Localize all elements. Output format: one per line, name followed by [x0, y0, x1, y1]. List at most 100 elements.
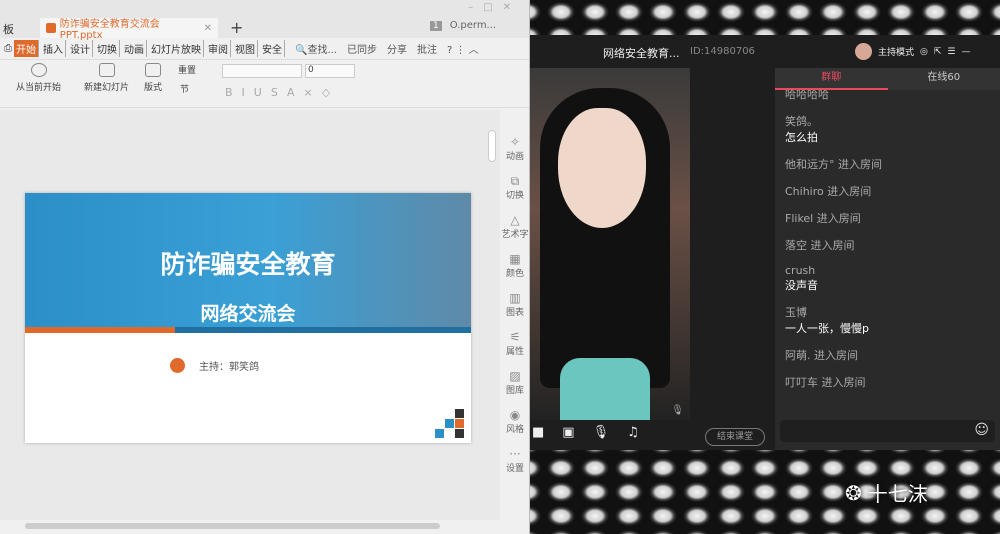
more-icon: ··· — [509, 447, 521, 461]
format-buttons[interactable]: BIUSA×◇ — [225, 86, 339, 99]
side-animation[interactable]: ✧ 动画 — [500, 130, 530, 169]
message-sender: 玉博 — [785, 306, 807, 319]
message-text: 一人一张，慢慢p — [785, 322, 869, 335]
minimize-icon[interactable]: — — [962, 47, 971, 57]
user-area[interactable]: 1 O.perm... — [430, 20, 496, 31]
side-wordart[interactable]: △ 艺术字 — [500, 208, 530, 247]
menu-design[interactable]: 设计 — [68, 40, 93, 57]
side-label: 颜色 — [505, 269, 524, 279]
media-controls: ■ ▣ 🎙 ♫ — [530, 425, 639, 440]
user-name[interactable]: O.perm... — [450, 20, 496, 31]
star-icon: ✧ — [509, 135, 521, 149]
settings-icon[interactable]: ◎ — [920, 47, 928, 57]
layout-button[interactable]: 版式 — [144, 63, 162, 93]
wechat-icon: ❂ — [845, 480, 862, 505]
horizontal-scrollbar[interactable] — [25, 523, 440, 529]
vertical-scrollbar[interactable] — [488, 130, 496, 162]
chat-message: 阿萌. 进入房间 — [785, 347, 990, 363]
tab-document[interactable]: 防诈骗安全教育交流会PPT.pptx ✕ — [40, 18, 218, 41]
chat-message: 玉博一人一张，慢慢p — [785, 304, 990, 336]
room-id: ID:14980706 — [690, 46, 755, 57]
logo-icon — [435, 409, 467, 439]
menu-security[interactable]: 安全 — [260, 40, 285, 57]
font-name-select[interactable] — [222, 64, 302, 78]
tab-previous[interactable]: 板 — [0, 18, 38, 38]
tab-online[interactable]: 在线60 — [888, 68, 1000, 90]
menu-icon[interactable]: ☰ — [947, 47, 955, 57]
menu-animation[interactable]: 动画 — [122, 40, 147, 57]
menu-review[interactable]: 审阅 — [206, 40, 231, 57]
chat-message: Flikel 进入房间 — [785, 210, 990, 226]
style-icon: ◉ — [509, 408, 521, 422]
message-sender: 他和远方° 进入房间 — [785, 158, 882, 171]
chart-icon: ▥ — [509, 291, 521, 305]
menu-home[interactable]: 开始 — [14, 40, 39, 57]
new-tab-button[interactable]: + — [230, 18, 243, 37]
reset-button[interactable]: 重置 — [178, 63, 196, 76]
side-style[interactable]: ◉ 风格 — [500, 403, 530, 442]
side-label: 艺术字 — [501, 230, 529, 240]
window-count-badge[interactable]: 1 — [430, 20, 442, 31]
mic-icon: 🎙 — [671, 405, 684, 416]
chat-message: 笑鸽。 怎么拍 — [785, 113, 990, 145]
play-from-current-button[interactable]: 从当前开始 — [16, 63, 61, 93]
app-title-bar: 网络安全教育... ID:14980706 主持模式 ◎ ⇱ ☰ — — [530, 35, 1000, 68]
message-sender: Chihiro 进入房间 — [785, 185, 872, 198]
side-gallery[interactable]: ▨ 图库 — [500, 364, 530, 403]
screen-share-icon[interactable]: ▣ — [562, 425, 574, 440]
search-button[interactable]: 🔍查找... — [295, 41, 337, 56]
host-text: 主持：郭笑鸽 — [199, 362, 259, 373]
menu-insert[interactable]: 插入 — [41, 40, 66, 57]
side-label: 属性 — [505, 347, 524, 357]
sync-button[interactable]: 已同步 — [347, 41, 377, 56]
popout-icon[interactable]: ⇱ — [934, 47, 942, 57]
emoji-icon[interactable]: ☺ — [974, 422, 989, 438]
chat-messages[interactable]: 哈哈哈哈笑鸽。 怎么拍他和远方° 进入房间 Chihiro 进入房间 Flikel 进… — [775, 90, 1000, 410]
music-icon[interactable]: ♫ — [627, 425, 639, 440]
window-controls[interactable]: –□✕ — [468, 2, 521, 13]
watermark: ❂ 十七沫 — [845, 478, 928, 507]
help-icon[interactable]: ? ⋮ ︿ — [447, 41, 479, 56]
camera-icon[interactable]: ■ — [532, 425, 544, 440]
message-sender: 叮叮车 进入房间 — [785, 376, 866, 389]
menu-slideshow[interactable]: 幻灯片放映 — [149, 40, 204, 57]
side-label: 图表 — [505, 308, 524, 318]
watermark-text: 十七沫 — [867, 482, 928, 506]
message-sender: 哈哈哈哈 — [785, 90, 829, 101]
side-label: 动画 — [505, 152, 524, 162]
slide[interactable]: 防诈骗安全教育 网络交流会 主持：郭笑鸽 — [25, 193, 471, 443]
side-transition[interactable]: ⧉ 切换 — [500, 169, 530, 208]
side-properties[interactable]: ⚟ 属性 — [500, 325, 530, 364]
microphone-icon[interactable]: 🎙 — [593, 425, 610, 440]
chat-input[interactable]: ☺ — [780, 420, 995, 442]
avatar[interactable] — [855, 43, 872, 60]
image-icon: ▨ — [509, 369, 521, 383]
tab-bar: –□✕ 板 防诈骗安全教育交流会PPT.pptx ✕ + 1 O.perm... — [0, 0, 529, 41]
menu-transition[interactable]: 切换 — [95, 40, 120, 57]
tab-group-chat[interactable]: 群聊 — [775, 68, 888, 90]
chat-tabs: 群聊 在线60 — [775, 68, 1000, 90]
ribbon: 从当前开始 新建幻灯片 版式 重置 节 0 BIUSA×◇ — [0, 60, 529, 108]
host-mode[interactable]: 主持模式 ◎ ⇱ ☰ — — [855, 43, 971, 60]
side-chart[interactable]: ▥ 图表 — [500, 286, 530, 325]
slide-banner: 防诈骗安全教育 网络交流会 — [25, 193, 471, 333]
close-tab-icon[interactable]: ✕ — [204, 23, 212, 34]
end-class-button[interactable]: 结束课堂 — [705, 428, 765, 446]
video-feed: 🎙 — [530, 68, 690, 420]
print-icon[interactable]: ⎙ — [4, 43, 12, 54]
chat-message: 叮叮车 进入房间 — [785, 374, 990, 390]
menu-view[interactable]: 视图 — [233, 40, 258, 57]
tab-title: 防诈骗安全教育交流会PPT.pptx — [59, 19, 160, 41]
font-size-select[interactable]: 0 — [305, 64, 355, 78]
share-button[interactable]: 分享 — [387, 41, 407, 56]
comment-button[interactable]: 批注 — [417, 41, 437, 56]
side-color[interactable]: ▦ 颜色 — [500, 247, 530, 286]
live-class-window: 网络安全教育... ID:14980706 主持模式 ◎ ⇱ ☰ — 🎙 ■ ▣ 🎙 ♫… — [530, 35, 1000, 450]
play-icon — [30, 63, 47, 77]
video-face — [558, 108, 646, 228]
new-slide-button[interactable]: 新建幻灯片 — [84, 63, 129, 93]
message-sender: crush — [785, 264, 816, 277]
side-settings[interactable]: ··· 设置 — [500, 442, 530, 481]
section-button[interactable]: 节 — [180, 82, 189, 95]
chat-message: 落空 进入房间 — [785, 237, 990, 253]
